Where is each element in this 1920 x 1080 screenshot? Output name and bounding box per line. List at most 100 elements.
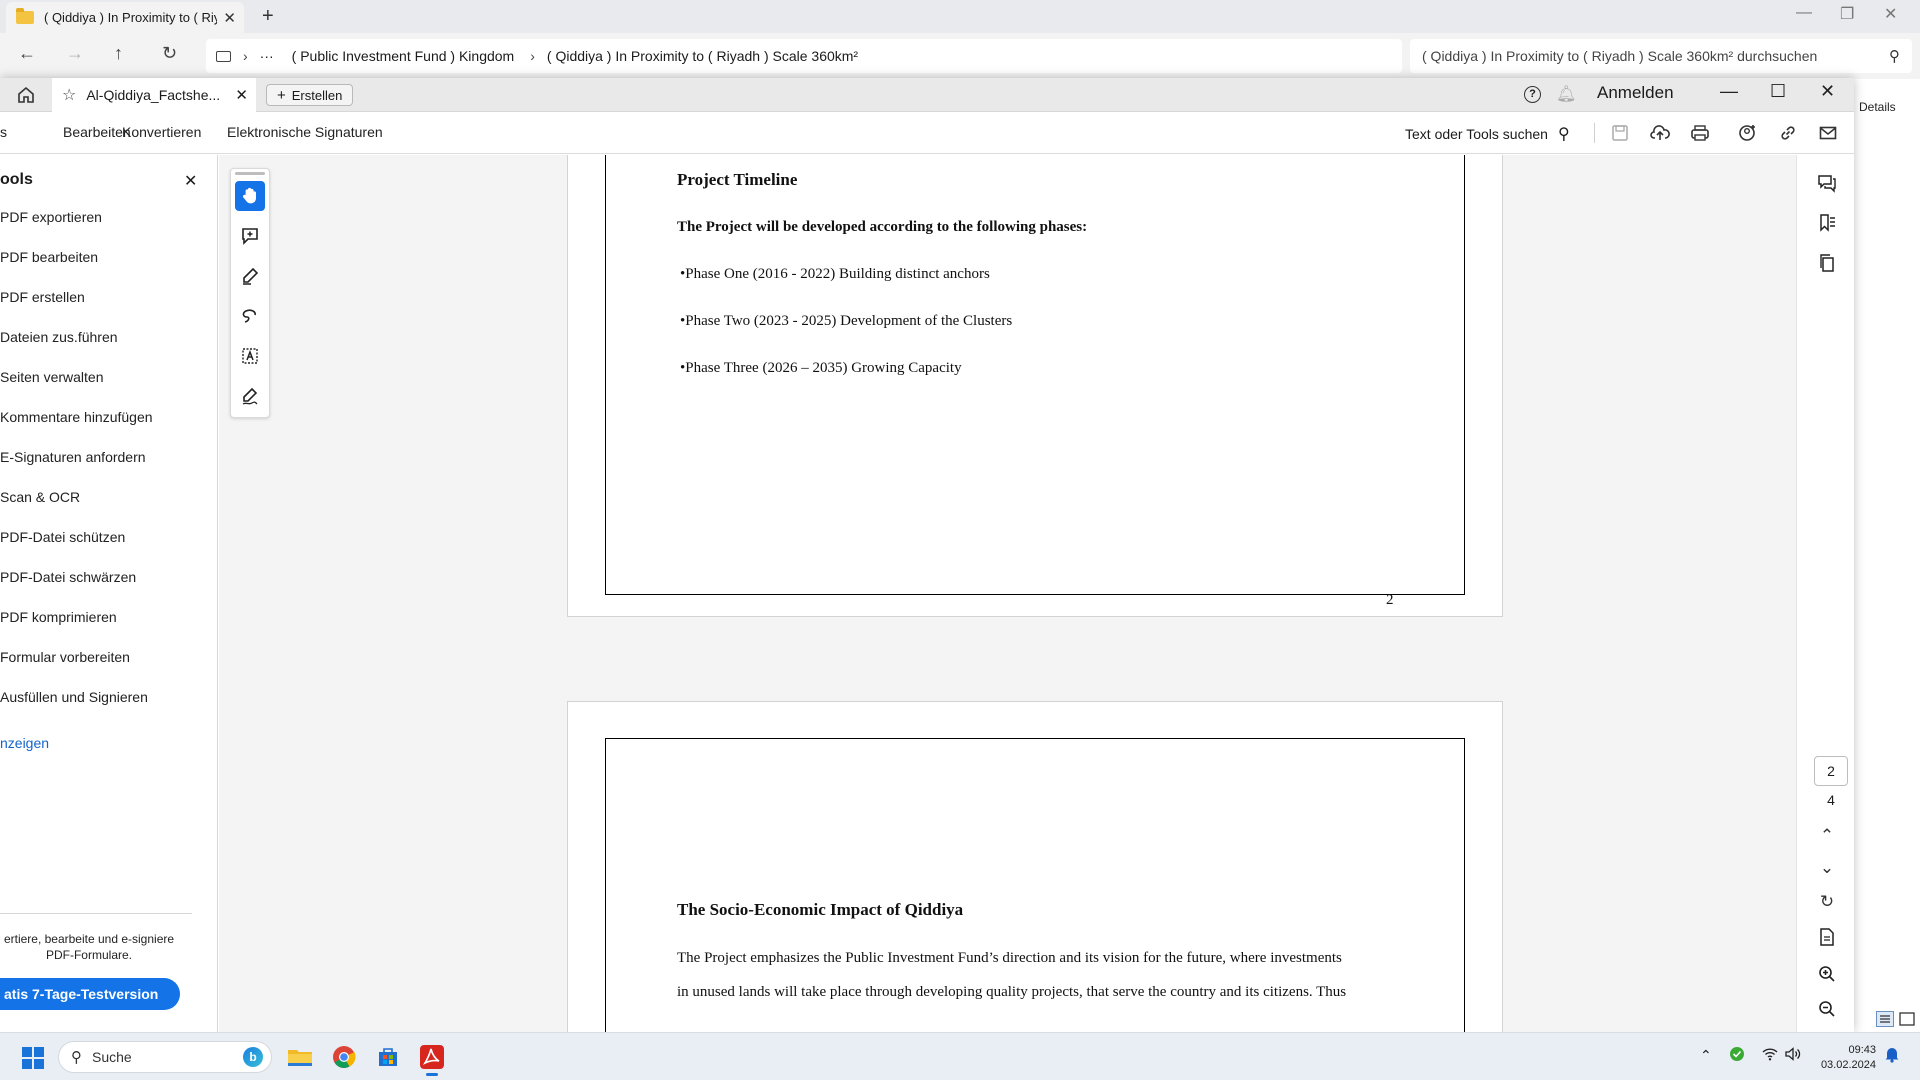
- explorer-search-input[interactable]: ( Qiddiya ) In Proximity to ( Riyadh ) S…: [1410, 39, 1912, 73]
- tool-export-pdf[interactable]: PDF exportieren: [0, 209, 102, 225]
- paragraph-line: The Project emphasizes the Public Invest…: [677, 950, 1342, 966]
- save-icon[interactable]: [1609, 122, 1631, 144]
- close-window-icon[interactable]: ✕: [1884, 4, 1897, 24]
- tool-create-pdf[interactable]: PDF erstellen: [0, 289, 85, 305]
- mail-icon[interactable]: [1817, 122, 1839, 144]
- volume-icon[interactable]: [1785, 1047, 1801, 1064]
- minimize-icon[interactable]: —: [1796, 4, 1812, 22]
- promo-text: ertiere, bearbeite und e-signiere PDF-Fo…: [3, 932, 175, 962]
- breadcrumb-item[interactable]: ( Public Investment Fund ) Kingdom: [292, 48, 515, 64]
- zoom-in-icon[interactable]: [1816, 963, 1838, 985]
- draw-freeform-icon[interactable]: [235, 301, 265, 331]
- tool-add-comments[interactable]: Kommentare hinzufügen: [0, 409, 153, 425]
- tool-organize-pages[interactable]: Seiten verwalten: [0, 369, 104, 385]
- help-icon[interactable]: ?: [1524, 86, 1541, 103]
- chevron-up-icon[interactable]: ⌃: [1816, 825, 1838, 847]
- acrobat-icon[interactable]: [416, 1041, 448, 1076]
- system-clock[interactable]: 09:43 03.02.2024: [1808, 1043, 1876, 1073]
- address-input[interactable]: › ··· ( Public Investment Fund ) Kingdom…: [206, 39, 1402, 73]
- restore-icon[interactable]: ❐: [1840, 4, 1854, 24]
- pdf-page: The Socio-Economic Impact of Qiddiya The…: [567, 701, 1503, 1032]
- hand-tool-icon[interactable]: [235, 181, 265, 211]
- preview-view-icon[interactable]: [1898, 1011, 1916, 1027]
- current-page-input[interactable]: 2: [1814, 756, 1848, 786]
- menu-convert[interactable]: Konvertieren: [122, 124, 201, 140]
- add-comment-icon[interactable]: [235, 221, 265, 251]
- explorer-tab[interactable]: ( Qiddiya ) In Proximity to ( Riy ✕: [6, 2, 244, 33]
- phase-item: •Phase Three (2026 – 2035) Growing Capac…: [680, 360, 962, 376]
- document-tab[interactable]: ☆ Al-Qiddiya_Factshe... ✕: [52, 78, 256, 112]
- tool-redact-pdf[interactable]: PDF-Datei schwärzen: [0, 569, 136, 585]
- store-icon[interactable]: [372, 1041, 404, 1073]
- tool-combine-files[interactable]: Dateien zus.führen: [0, 329, 118, 345]
- tool-prepare-form[interactable]: Formular vorbereiten: [0, 649, 130, 665]
- drag-handle[interactable]: [235, 172, 265, 175]
- up-icon[interactable]: ↑: [114, 43, 123, 64]
- document-viewer[interactable]: Project Timeline The Project will be dev…: [219, 155, 1796, 1032]
- forward-icon[interactable]: →: [66, 43, 84, 64]
- breadcrumb-item[interactable]: ( Qiddiya ) In Proximity to ( Riyadh ) S…: [547, 48, 858, 64]
- upload-cloud-icon[interactable]: [1649, 122, 1671, 144]
- more-icon[interactable]: ···: [260, 48, 274, 64]
- comments-panel-icon[interactable]: [1816, 172, 1838, 194]
- file-explorer-icon[interactable]: [284, 1041, 316, 1073]
- details-button[interactable]: Details: [1859, 100, 1896, 114]
- minimize-icon[interactable]: —: [1720, 81, 1738, 102]
- chevron-down-icon[interactable]: ⌄: [1816, 857, 1838, 879]
- close-icon[interactable]: ✕: [184, 171, 197, 191]
- signin-button[interactable]: Anmelden: [1597, 83, 1674, 103]
- sign-icon[interactable]: [235, 381, 265, 411]
- create-button[interactable]: + Erstellen: [266, 84, 354, 106]
- text-select-icon[interactable]: [235, 341, 265, 371]
- explorer-tab-bar: ( Qiddiya ) In Proximity to ( Riy ✕ + — …: [0, 0, 1920, 33]
- tool-request-esign[interactable]: E-Signaturen anfordern: [0, 449, 146, 465]
- tool-compress-pdf[interactable]: PDF komprimieren: [0, 609, 117, 625]
- home-icon[interactable]: [16, 85, 36, 105]
- highlight-pen-icon[interactable]: [235, 261, 265, 291]
- tray-chevron-up-icon[interactable]: ⌃: [1700, 1047, 1712, 1064]
- close-icon[interactable]: ✕: [235, 86, 248, 104]
- tool-fill-sign[interactable]: Ausfüllen und Signieren: [0, 689, 148, 705]
- chevron-right-icon: ›: [243, 48, 248, 64]
- notification-bell-icon[interactable]: [1884, 1045, 1900, 1066]
- refresh-icon[interactable]: ↻: [162, 43, 177, 64]
- tool-protect-pdf[interactable]: PDF-Datei schützen: [0, 529, 125, 545]
- print-icon[interactable]: [1689, 122, 1711, 144]
- link-icon[interactable]: [1777, 122, 1799, 144]
- menu-tools[interactable]: s: [0, 124, 7, 140]
- chrome-icon[interactable]: [328, 1041, 360, 1073]
- phase-item: •Phase Two (2023 - 2025) Development of …: [680, 313, 1013, 329]
- menu-esign[interactable]: Elektronische Signaturen: [227, 124, 383, 140]
- acrobat-window: ☆ Al-Qiddiya_Factshe... ✕ + Erstellen ? …: [0, 78, 1915, 1032]
- menu-edit[interactable]: Bearbeiten: [63, 124, 131, 140]
- explorer-tab-title: ( Qiddiya ) In Proximity to ( Riy: [44, 10, 218, 25]
- bookmarks-icon[interactable]: [1816, 212, 1838, 234]
- close-window-icon[interactable]: ✕: [1820, 81, 1835, 102]
- pages-thumbnails-icon[interactable]: [1816, 252, 1838, 274]
- star-icon[interactable]: ☆: [62, 85, 76, 105]
- panel-divider: [0, 913, 192, 914]
- close-icon[interactable]: ✕: [223, 9, 236, 27]
- windows-start-icon[interactable]: [22, 1047, 44, 1069]
- tool-scan-ocr[interactable]: Scan & OCR: [0, 489, 80, 505]
- taskbar-search-input[interactable]: ⚲ Suche b: [58, 1041, 272, 1073]
- show-more-link[interactable]: nzeigen: [0, 735, 49, 751]
- share-user-icon[interactable]: [1737, 122, 1759, 144]
- back-icon[interactable]: ←: [18, 43, 36, 64]
- new-tab-icon[interactable]: +: [262, 5, 274, 28]
- rotate-icon[interactable]: ↻: [1816, 891, 1838, 913]
- tool-search-button[interactable]: Text oder Tools suchen ⚲: [1405, 124, 1570, 144]
- zoom-out-icon[interactable]: [1816, 998, 1838, 1020]
- security-shield-icon[interactable]: [1729, 1046, 1745, 1065]
- section-heading: The Socio-Economic Impact of Qiddiya: [677, 900, 964, 919]
- bell-icon[interactable]: 🔔︎: [1556, 84, 1576, 104]
- tool-edit-pdf[interactable]: PDF bearbeiten: [0, 249, 98, 265]
- free-trial-button[interactable]: atis 7-Tage-Testversion: [0, 978, 180, 1010]
- page-fit-icon[interactable]: [1816, 926, 1838, 948]
- maximize-icon[interactable]: ☐: [1770, 81, 1786, 102]
- folder-icon: [16, 8, 34, 24]
- wifi-icon[interactable]: [1762, 1047, 1778, 1064]
- bing-icon[interactable]: b: [243, 1047, 263, 1067]
- clock-time: 09:43: [1848, 1044, 1876, 1056]
- list-view-icon[interactable]: [1876, 1011, 1894, 1027]
